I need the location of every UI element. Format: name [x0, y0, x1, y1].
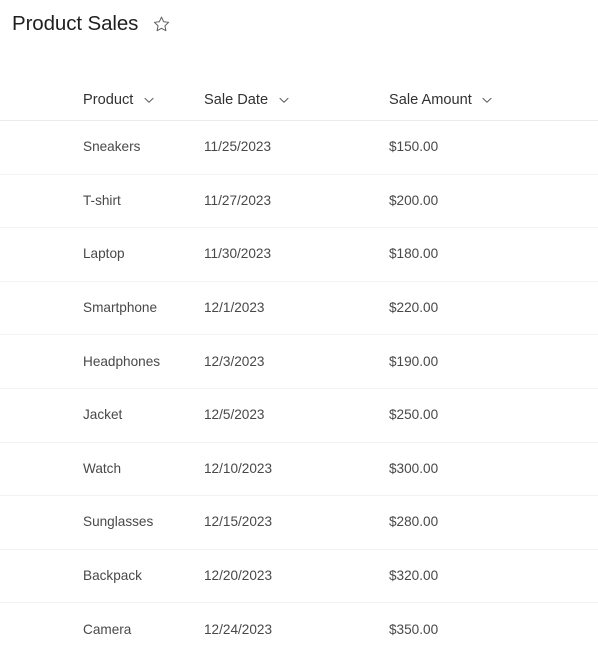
- cell-product: Watch: [83, 460, 122, 476]
- cell-sale_date: 12/5/2023: [204, 407, 265, 423]
- column-header-sale-amount-label: Sale Amount: [389, 92, 472, 108]
- sales-table: Product Sale Date Sale Amount Sneakers 1…: [0, 60, 598, 657]
- table-row[interactable]: Laptop 11/30/2023 $180.00: [0, 228, 598, 282]
- table-row[interactable]: Watch 12/10/2023 $300.00: [0, 443, 598, 497]
- cell-sale_amount: $150.00: [389, 139, 439, 155]
- cell-product: Laptop: [83, 246, 125, 262]
- cell-sale_amount: $180.00: [389, 246, 439, 262]
- table-row[interactable]: Sneakers 11/25/2023 $150.00: [0, 121, 598, 175]
- column-header-sale-date[interactable]: Sale Date: [203, 91, 388, 109]
- star-outline-icon[interactable]: [151, 14, 171, 34]
- cell-sale_amount: $300.00: [389, 460, 439, 476]
- column-header-product-label: Product: [83, 92, 134, 108]
- cell-product: Backpack: [83, 568, 142, 584]
- chevron-down-icon[interactable]: [142, 94, 155, 107]
- cell-sale_date: 12/10/2023: [204, 460, 273, 476]
- cell-product: Camera: [83, 622, 132, 638]
- cell-sale_amount: $320.00: [389, 568, 439, 584]
- table-row[interactable]: Camera 12/24/2023 $350.00: [0, 603, 598, 657]
- table-row[interactable]: Headphones 12/3/2023 $190.00: [0, 335, 598, 389]
- cell-sale_amount: $350.00: [389, 622, 439, 638]
- chevron-down-icon[interactable]: [481, 94, 494, 107]
- chevron-down-glyph: [144, 97, 154, 103]
- table-header-row: Product Sale Date Sale Amount: [0, 60, 598, 121]
- cell-sale_amount: $220.00: [389, 300, 439, 316]
- column-header-sale-date-label: Sale Date: [204, 92, 269, 108]
- cell-sale_date: 12/20/2023: [204, 568, 273, 584]
- table-row[interactable]: Smartphone 12/1/2023 $220.00: [0, 282, 598, 336]
- cell-product: T-shirt: [83, 192, 121, 208]
- cell-sale_date: 12/1/2023: [204, 300, 265, 316]
- cell-sale_date: 11/30/2023: [204, 246, 272, 262]
- cell-product: Jacket: [83, 407, 123, 423]
- cell-sale_amount: $200.00: [389, 192, 439, 208]
- cell-product: Smartphone: [83, 300, 158, 316]
- table-row[interactable]: Jacket 12/5/2023 $250.00: [0, 389, 598, 443]
- cell-sale_amount: $250.00: [389, 407, 439, 423]
- cell-product: Sneakers: [83, 139, 141, 155]
- cell-sale_date: 12/3/2023: [204, 353, 265, 369]
- star-outline-glyph: [153, 16, 169, 31]
- column-header-product[interactable]: Product: [12, 91, 203, 109]
- title-bar: Product Sales: [0, 0, 598, 35]
- chevron-down-icon[interactable]: [277, 94, 290, 107]
- cell-sale_date: 12/24/2023: [204, 622, 273, 638]
- page-title: Product Sales: [12, 12, 139, 35]
- list-view-app: Product Sales Product Sale Date Sale Amo…: [0, 0, 598, 653]
- table-row[interactable]: Sunglasses 12/15/2023 $280.00: [0, 496, 598, 550]
- cell-sale_amount: $280.00: [389, 514, 439, 530]
- cell-product: Sunglasses: [83, 514, 154, 530]
- cell-sale_date: 11/27/2023: [204, 192, 272, 208]
- cell-sale_date: 11/25/2023: [204, 139, 272, 155]
- chevron-down-glyph: [482, 97, 492, 103]
- cell-sale_date: 12/15/2023: [204, 514, 273, 530]
- table-row[interactable]: Backpack 12/20/2023 $320.00: [0, 550, 598, 604]
- chevron-down-glyph: [279, 97, 289, 103]
- table-row[interactable]: T-shirt 11/27/2023 $200.00: [0, 175, 598, 229]
- table-body: Sneakers 11/25/2023 $150.00 T-shirt 11/27/20…: [0, 121, 598, 657]
- cell-product: Headphones: [83, 353, 161, 369]
- column-header-sale-amount[interactable]: Sale Amount: [388, 91, 598, 109]
- cell-sale_amount: $190.00: [389, 353, 439, 369]
